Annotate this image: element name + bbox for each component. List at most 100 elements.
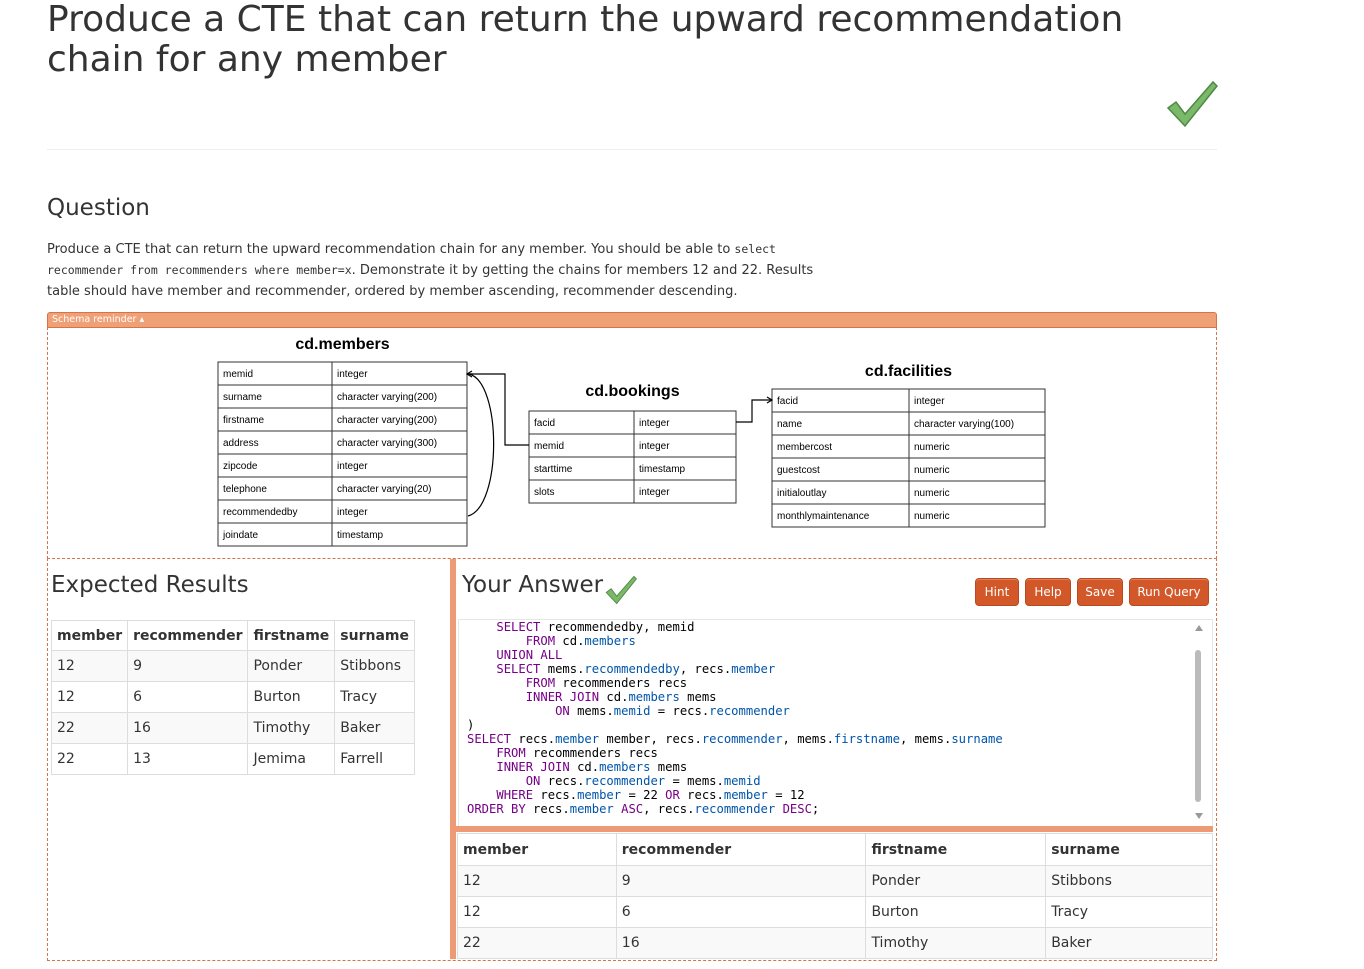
table-cell: Stibbons bbox=[334, 650, 415, 682]
editor-scrollbar[interactable] bbox=[1195, 650, 1201, 802]
facilities-column-type: numeric bbox=[914, 488, 950, 499]
members-column-type: integer bbox=[337, 507, 368, 518]
save-button[interactable]: Save bbox=[1077, 578, 1123, 606]
table-cell: 12 bbox=[457, 865, 617, 897]
table-cell: Tracy bbox=[334, 681, 415, 713]
help-button[interactable]: Help bbox=[1025, 578, 1071, 606]
schema-diagram: cd.members memid integer surname character v… bbox=[217, 336, 1046, 547]
table-cell: 9 bbox=[127, 650, 249, 682]
relationship-line bbox=[467, 373, 495, 517]
table-cell: 6 bbox=[127, 681, 249, 713]
members-column-name: firstname bbox=[223, 415, 265, 426]
facilities-column-name: initialoutlay bbox=[777, 488, 826, 499]
table-cell: Farrell bbox=[334, 743, 415, 775]
table-cell: Burton bbox=[865, 896, 1047, 928]
check-icon bbox=[605, 575, 638, 605]
table-row: 12 6 Burton Tracy bbox=[50, 681, 415, 713]
members-column-name: zipcode bbox=[223, 461, 258, 472]
table-cell: Baker bbox=[1045, 927, 1213, 959]
facilities-column-name: guestcost bbox=[777, 465, 820, 476]
members-column-type: integer bbox=[337, 369, 368, 380]
sql-code[interactable]: SELECT recommendedby, memid FROM cd.memb… bbox=[467, 620, 1003, 816]
table-cell: Jemima bbox=[247, 743, 336, 775]
members-column-type: character varying(300) bbox=[337, 438, 437, 449]
relationship-line bbox=[736, 399, 772, 423]
divider bbox=[47, 149, 1217, 150]
members-column-name: surname bbox=[223, 392, 262, 403]
bookings-table-title: cd.bookings bbox=[585, 383, 679, 400]
result-column-header: surname bbox=[1045, 833, 1213, 866]
facilities-table-title: cd.facilities bbox=[865, 363, 952, 380]
expected-column-header: firstname bbox=[247, 620, 336, 651]
bookings-column-name: starttime bbox=[534, 464, 573, 475]
bookings-column-type: timestamp bbox=[639, 464, 686, 475]
facilities-column-type: character varying(100) bbox=[914, 419, 1014, 430]
question-heading: Question bbox=[47, 195, 150, 221]
table-cell: 16 bbox=[615, 927, 867, 959]
page-title: Produce a CTE that can return the upward… bbox=[47, 0, 1124, 80]
result-column-header: member bbox=[457, 833, 617, 866]
table-row: 12 9 Ponder Stibbons bbox=[50, 650, 415, 682]
members-column-type: character varying(200) bbox=[337, 415, 437, 426]
members-column-name: joindate bbox=[222, 530, 258, 541]
expected-results-table: member recommender firstname surname 12 9 Pon… bbox=[50, 620, 415, 775]
facilities-column-name: monthlymaintenance bbox=[777, 511, 870, 522]
expected-column-header: surname bbox=[334, 620, 415, 651]
table-cell: 6 bbox=[615, 896, 867, 928]
relationship-line bbox=[467, 373, 529, 446]
result-column-header: recommender bbox=[615, 833, 867, 866]
result-column-header: firstname bbox=[865, 833, 1047, 866]
question-text: Produce a CTE that can return the upward… bbox=[47, 239, 847, 302]
table-cell: Baker bbox=[334, 712, 415, 744]
table-cell: 12 bbox=[50, 650, 129, 682]
table-row: 22 16 Timothy Baker bbox=[50, 712, 415, 744]
table-cell: Stibbons bbox=[1045, 865, 1213, 897]
table-cell: Timothy bbox=[865, 927, 1047, 959]
bookings-column-type: integer bbox=[639, 441, 670, 452]
bookings-column-name: memid bbox=[534, 441, 564, 452]
hint-button[interactable]: Hint bbox=[975, 578, 1019, 606]
query-results-table: member recommender firstname surname 12 9 Pon… bbox=[457, 833, 1213, 959]
members-column-type: integer bbox=[337, 461, 368, 472]
bookings-column-type: integer bbox=[639, 418, 670, 429]
table-row: 22 13 Jemima Farrell bbox=[50, 743, 415, 775]
members-column-name: recommendedby bbox=[223, 507, 297, 518]
facilities-column-type: numeric bbox=[914, 465, 950, 476]
facilities-column-type: numeric bbox=[914, 442, 950, 453]
bookings-column-type: integer bbox=[639, 487, 670, 498]
table-cell: Ponder bbox=[865, 865, 1047, 897]
table-cell: 9 bbox=[615, 865, 867, 897]
table-row: 22 16 Timothy Baker bbox=[457, 927, 1213, 959]
run-query-button[interactable]: Run Query bbox=[1129, 578, 1209, 606]
table-cell: 22 bbox=[457, 927, 617, 959]
expected-column-header: member bbox=[50, 620, 129, 651]
table-cell: 13 bbox=[127, 743, 249, 775]
horizontal-splitter[interactable] bbox=[456, 826, 1213, 832]
sql-editor[interactable]: SELECT recommendedby, memid FROM cd.memb… bbox=[458, 619, 1213, 828]
table-cell: Ponder bbox=[247, 650, 336, 682]
facilities-column-name: facid bbox=[777, 396, 798, 407]
check-icon bbox=[1166, 80, 1219, 128]
scroll-up-icon[interactable] bbox=[1194, 624, 1204, 632]
members-column-name: address bbox=[223, 438, 259, 449]
vertical-splitter[interactable] bbox=[450, 559, 456, 959]
members-column-name: telephone bbox=[223, 484, 267, 495]
table-cell: Timothy bbox=[247, 712, 336, 744]
members-column-type: timestamp bbox=[337, 530, 384, 541]
table-cell: 12 bbox=[457, 896, 617, 928]
schema-toggle-label: Schema reminder ▴ bbox=[52, 314, 145, 325]
scroll-down-icon[interactable] bbox=[1194, 812, 1204, 820]
table-cell: Tracy bbox=[1045, 896, 1213, 928]
table-cell: 22 bbox=[50, 712, 129, 744]
bookings-column-name: slots bbox=[534, 487, 555, 498]
question-text-part: Produce a CTE that can return the upward… bbox=[47, 242, 735, 257]
bookings-column-name: facid bbox=[534, 418, 555, 429]
members-column-type: character varying(200) bbox=[337, 392, 437, 403]
expected-column-header: recommender bbox=[127, 620, 249, 651]
table-cell: 12 bbox=[50, 681, 129, 713]
table-cell: 22 bbox=[50, 743, 129, 775]
your-answer-heading: Your Answer bbox=[462, 572, 604, 598]
facilities-column-name: name bbox=[777, 419, 802, 430]
schema-toggle[interactable]: Schema reminder ▴ bbox=[47, 312, 1217, 328]
facilities-column-name: membercost bbox=[777, 442, 832, 453]
